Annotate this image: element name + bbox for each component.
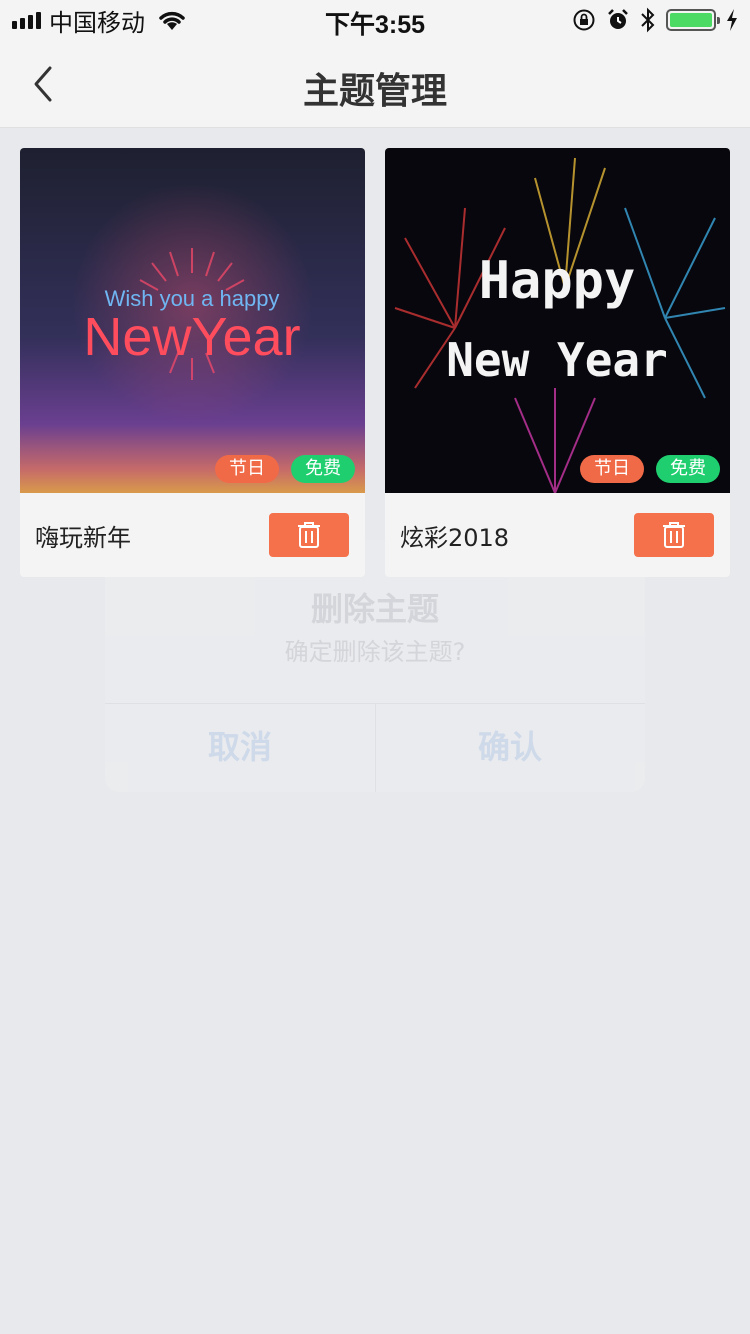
theme-thumbnail-image: Wish you a happy NewYear bbox=[20, 148, 365, 493]
theme-thumbnail[interactable]: Happy New Year 节日 免费 bbox=[385, 148, 730, 493]
rotation-lock-icon bbox=[573, 9, 595, 31]
status-bar: 中国移动 下午3:55 bbox=[0, 0, 750, 40]
thumbnail-headline: NewYear bbox=[83, 307, 300, 367]
dialog-title: 删除主题 bbox=[310, 590, 439, 628]
trash-icon bbox=[663, 522, 685, 548]
theme-card[interactable]: Happy New Year 节日 免费 炫彩2018 bbox=[385, 148, 730, 577]
thumbnail-headline-line2: New Year bbox=[446, 333, 668, 387]
theme-card[interactable]: Wish you a happy NewYear 节日 免费 嗨玩新年 bbox=[20, 148, 365, 577]
bluetooth-icon bbox=[641, 7, 655, 33]
theme-name: 炫彩2018 bbox=[400, 524, 510, 552]
status-right bbox=[572, 6, 738, 34]
dialog-button-divider bbox=[375, 703, 376, 792]
dialog-divider bbox=[105, 703, 645, 704]
free-tag: 免费 bbox=[291, 455, 355, 483]
holiday-tag: 节日 bbox=[580, 455, 644, 483]
free-tag: 免费 bbox=[656, 455, 720, 483]
confirm-button[interactable]: 确认 bbox=[375, 703, 645, 792]
battery-icon bbox=[666, 9, 720, 31]
navigation-bar: 主题管理 bbox=[0, 40, 750, 128]
theme-thumbnail-image: Happy New Year bbox=[385, 148, 730, 493]
delete-button[interactable] bbox=[634, 513, 714, 557]
alarm-icon bbox=[608, 9, 628, 29]
delete-dialog: 删除主题 确定删除该主题? 取消 确认 bbox=[105, 540, 645, 792]
delete-button[interactable] bbox=[269, 513, 349, 557]
theme-thumbnail[interactable]: Wish you a happy NewYear 节日 免费 bbox=[20, 148, 365, 493]
page-title: 主题管理 bbox=[302, 71, 447, 112]
trash-icon bbox=[298, 522, 320, 548]
theme-name: 嗨玩新年 bbox=[35, 524, 131, 552]
cancel-button[interactable]: 取消 bbox=[105, 703, 375, 792]
thumbnail-headline-line1: Happy bbox=[479, 251, 636, 311]
holiday-tag: 节日 bbox=[215, 455, 279, 483]
charging-icon bbox=[727, 9, 737, 31]
dialog-message: 确定删除该主题? bbox=[284, 638, 466, 666]
